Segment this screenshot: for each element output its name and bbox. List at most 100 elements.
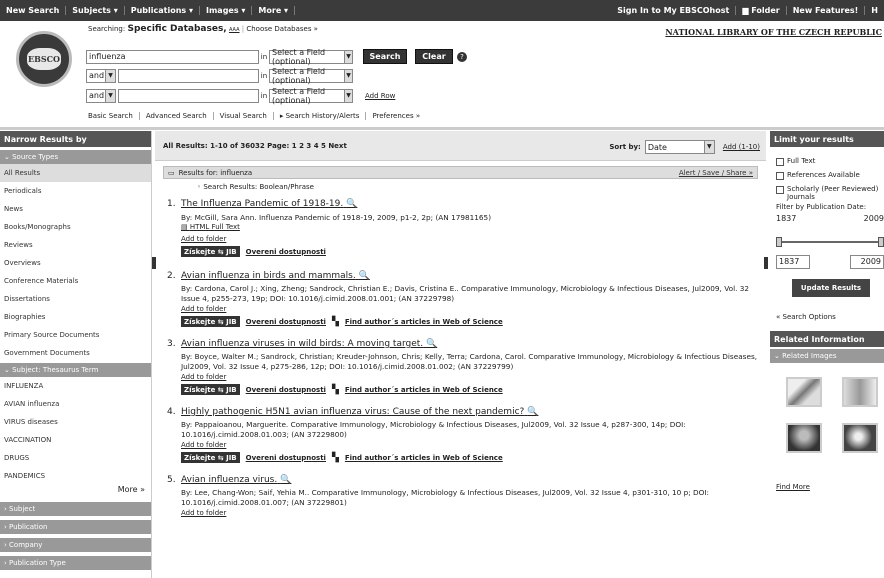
alert-save-share-link[interactable]: Alert / Save / Share »: [679, 169, 753, 177]
section-company[interactable]: › Company: [0, 538, 151, 552]
boolean-mode[interactable]: ◦ Search Results: Boolean/Phrase: [197, 183, 766, 191]
source-type-item[interactable]: Dissertations: [0, 290, 151, 308]
thesaurus-item[interactable]: PANDEMICS: [0, 467, 151, 485]
nav-subjects[interactable]: Subjects ▾: [66, 6, 125, 15]
result-title[interactable]: The Influenza Pandemic of 1918-19. 🔍: [181, 199, 357, 209]
more-link[interactable]: More »: [0, 485, 151, 494]
overeni-link[interactable]: Overeni dostupnosti: [246, 248, 326, 256]
update-results-button[interactable]: Update Results: [792, 279, 870, 297]
preview-icon[interactable]: 🔍: [280, 475, 291, 485]
help-icon[interactable]: ?: [457, 51, 467, 62]
result-title[interactable]: Highly pathogenic H5N1 avian influenza v…: [181, 407, 538, 417]
checkbox-box[interactable]: [776, 186, 784, 194]
add-to-folder-link[interactable]: Add to folder: [181, 509, 226, 517]
ziskejte-button[interactable]: Získejte ⇆ JIB: [181, 452, 240, 463]
find-more-link[interactable]: Find More: [776, 483, 884, 491]
advanced-search-link[interactable]: Advanced Search: [146, 112, 214, 120]
preview-icon[interactable]: 🔍: [346, 199, 357, 209]
add-to-folder-link[interactable]: Add to folder: [181, 441, 226, 449]
source-type-item[interactable]: Conference Materials: [0, 272, 151, 290]
checkbox-box[interactable]: [776, 172, 784, 180]
add-to-folder-link[interactable]: Add to folder: [181, 305, 226, 313]
add-range-link[interactable]: Add (1-10): [723, 143, 760, 151]
overeni-link[interactable]: Overeni dostupnosti: [246, 318, 326, 326]
source-type-item[interactable]: Books/Monographs: [0, 218, 151, 236]
search-options-link[interactable]: « Search Options: [776, 313, 884, 321]
references-checkbox[interactable]: References Available: [776, 171, 884, 180]
date-slider[interactable]: [776, 237, 884, 247]
web-of-science-link[interactable]: Find author´s articles in Web of Science: [345, 454, 503, 462]
nav-new-features[interactable]: New Features!: [787, 6, 866, 15]
source-type-item[interactable]: Reviews: [0, 236, 151, 254]
nav-images[interactable]: Images ▾: [200, 6, 253, 15]
result-title[interactable]: Avian influenza viruses in wild birds: A…: [181, 339, 437, 349]
related-image-1[interactable]: [786, 377, 822, 407]
source-types-header[interactable]: ⌄ Source Types: [0, 150, 151, 164]
web-of-science-link[interactable]: Find author´s articles in Web of Science: [345, 318, 503, 326]
related-image-3[interactable]: [786, 423, 822, 453]
preview-icon[interactable]: 🔍: [527, 407, 538, 417]
source-type-item[interactable]: Biographies: [0, 308, 151, 326]
section-publication[interactable]: › Publication: [0, 520, 151, 534]
field-select-3[interactable]: Select a Field (optional) ▼: [269, 87, 353, 105]
full-text-checkbox[interactable]: Full Text: [776, 157, 884, 166]
add-to-folder-link[interactable]: Add to folder: [181, 373, 226, 381]
clear-button[interactable]: Clear: [415, 49, 453, 64]
html-full-text-link[interactable]: ▤ HTML Full Text: [181, 223, 240, 231]
nav-help[interactable]: H: [865, 6, 884, 15]
add-to-folder-link[interactable]: Add to folder: [181, 235, 226, 243]
field-select-1[interactable]: Select a Field (optional) ▼: [269, 48, 353, 66]
section-subject[interactable]: › Subject: [0, 502, 151, 516]
related-image-2[interactable]: [842, 377, 878, 407]
thesaurus-item[interactable]: VACCINATION: [0, 431, 151, 449]
search-history-link[interactable]: ▸ Search History/Alerts: [280, 112, 367, 120]
thesaurus-item[interactable]: INFLUENZA: [0, 377, 151, 395]
scholarly-checkbox[interactable]: Scholarly (Peer Reviewed) Journals: [776, 185, 884, 201]
search-input-3[interactable]: [118, 88, 259, 103]
preview-icon[interactable]: 🔍: [359, 271, 370, 281]
related-images-header[interactable]: ⌄ Related Images: [770, 349, 884, 363]
add-row-link[interactable]: Add Row: [365, 92, 395, 100]
boolean-select-2[interactable]: and ▼: [86, 68, 116, 83]
preview-icon[interactable]: 🔍: [426, 339, 437, 349]
nav-folder[interactable]: ▆ Folder: [736, 6, 787, 15]
nav-sign-in[interactable]: Sign In to My EBSCOhost: [611, 6, 737, 15]
source-type-item[interactable]: Government Documents: [0, 344, 151, 362]
visual-search-link[interactable]: Visual Search: [220, 112, 274, 120]
slider-handle-left[interactable]: [776, 237, 782, 247]
date-from-input[interactable]: 1837: [776, 255, 810, 269]
source-type-item[interactable]: Periodicals: [0, 182, 151, 200]
date-to-input[interactable]: 2009: [850, 255, 884, 269]
preferences-link[interactable]: Preferences »: [372, 112, 426, 120]
thesaurus-header[interactable]: ⌄ Subject: Thesaurus Term: [0, 363, 151, 377]
basic-search-link[interactable]: Basic Search: [88, 112, 140, 120]
search-input-1[interactable]: influenza: [86, 49, 259, 64]
thesaurus-item[interactable]: DRUGS: [0, 449, 151, 467]
ziskejte-button[interactable]: Získejte ⇆ JIB: [181, 316, 240, 327]
source-type-item[interactable]: All Results: [0, 164, 151, 182]
ziskejte-button[interactable]: Získejte ⇆ JIB: [181, 384, 240, 395]
nav-more[interactable]: More ▾: [252, 6, 296, 15]
choose-databases-link[interactable]: Choose Databases »: [246, 25, 318, 33]
search-button[interactable]: Search: [363, 49, 407, 64]
sort-select[interactable]: Date ▼: [644, 140, 715, 154]
library-name[interactable]: NATIONAL LIBRARY OF THE CZECH REPUBLIC: [665, 27, 882, 37]
nav-new-search[interactable]: New Search: [0, 6, 67, 15]
thesaurus-item[interactable]: VIRUS diseases: [0, 413, 151, 431]
search-input-2[interactable]: [118, 68, 259, 83]
field-select-2[interactable]: Select a Field (optional) ▼: [269, 67, 353, 85]
ebsco-logo[interactable]: EBSCO: [16, 31, 72, 87]
source-type-item[interactable]: Overviews: [0, 254, 151, 272]
overeni-link[interactable]: Overeni dostupnosti: [246, 454, 326, 462]
checkbox-box[interactable]: [776, 158, 784, 166]
thesaurus-item[interactable]: AVIAN influenza: [0, 395, 151, 413]
result-title[interactable]: Avian influenza in birds and mammals. 🔍: [181, 271, 370, 281]
result-title[interactable]: Avian influenza virus. 🔍: [181, 475, 291, 485]
databases-small[interactable]: AAA: [229, 27, 240, 33]
ziskejte-button[interactable]: Získejte ⇆ JIB: [181, 246, 240, 257]
web-of-science-link[interactable]: Find author´s articles in Web of Science: [345, 386, 503, 394]
nav-publications[interactable]: Publications ▾: [125, 6, 200, 15]
boolean-select-3[interactable]: and ▼: [86, 88, 116, 103]
slider-handle-right[interactable]: [878, 237, 884, 247]
source-type-item[interactable]: Primary Source Documents: [0, 326, 151, 344]
